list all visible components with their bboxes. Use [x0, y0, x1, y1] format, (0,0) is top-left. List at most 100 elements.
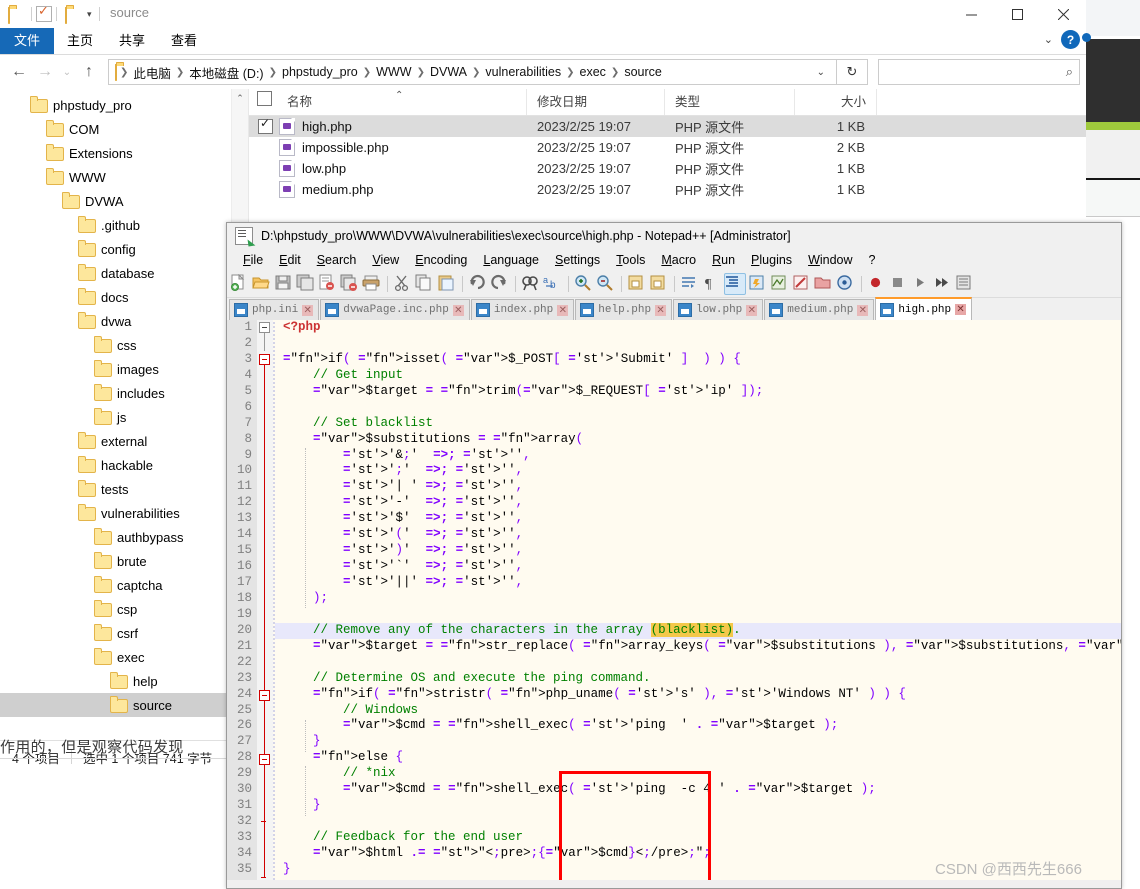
folder-as-workspace-icon[interactable] — [814, 274, 834, 294]
ribbon-tab-share[interactable]: 共享 — [106, 28, 158, 54]
code-line-18[interactable]: ); — [273, 591, 1121, 607]
document-tab-highphp[interactable]: high.php ✕ — [875, 297, 973, 320]
show-all-chars-icon[interactable]: ¶ — [702, 274, 722, 294]
sync-scroll-h-icon[interactable] — [649, 274, 669, 294]
row-checkbox-cell[interactable] — [249, 183, 277, 196]
select-all-checkbox[interactable] — [257, 91, 272, 106]
refresh-button[interactable]: ↻ — [837, 59, 868, 85]
code-line-27[interactable]: } — [273, 734, 1121, 750]
fold-toggle-line-24[interactable] — [259, 690, 270, 701]
code-line-4[interactable]: // Get input — [273, 368, 1121, 384]
find-icon[interactable] — [521, 274, 541, 294]
search-input[interactable] — [885, 64, 1066, 80]
tree-item-includes[interactable]: includes — [0, 381, 248, 405]
tree-item-dvwa[interactable]: dvwa — [0, 309, 248, 333]
tree-item-phpstudypro[interactable]: phpstudy_pro — [0, 93, 248, 117]
save-icon[interactable] — [274, 274, 294, 294]
document-map-icon[interactable] — [770, 274, 790, 294]
menu-item-macro[interactable]: Macro — [653, 251, 704, 269]
tree-item-captcha[interactable]: captcha — [0, 573, 248, 597]
tab-close-icon[interactable]: ✕ — [655, 304, 667, 316]
close-all-icon[interactable] — [340, 274, 360, 294]
code-line-5[interactable]: ="var">$target = ="fn">trim(="var">$_REQ… — [273, 384, 1121, 400]
column-header-date[interactable]: 修改日期 — [527, 89, 665, 115]
sync-scroll-v-icon[interactable] — [627, 274, 647, 294]
breadcrumb-item-6[interactable]: exec — [576, 65, 610, 79]
row-checkbox-empty[interactable] — [258, 183, 271, 196]
search-icon[interactable]: ⌕ — [1066, 64, 1073, 80]
document-tab-phpini[interactable]: php.ini ✕ — [229, 299, 320, 320]
tree-item-vulnerabilities[interactable]: vulnerabilities — [0, 501, 248, 525]
tab-close-icon[interactable]: ✕ — [746, 304, 758, 316]
menu-item-[interactable]: ? — [861, 251, 884, 269]
tab-close-icon[interactable]: ✕ — [557, 304, 569, 316]
recent-locations-button[interactable]: ⌄ — [58, 59, 76, 85]
open-file-icon[interactable] — [252, 274, 272, 294]
code-line-29[interactable]: // *nix — [273, 766, 1121, 782]
tree-item-source[interactable]: source — [0, 693, 248, 717]
tree-item-authbypass[interactable]: authbypass — [0, 525, 248, 549]
replace-icon[interactable]: ab — [543, 274, 563, 294]
tree-item-extensions[interactable]: Extensions — [0, 141, 248, 165]
menu-item-window[interactable]: Window — [800, 251, 860, 269]
tree-item-database[interactable]: database — [0, 261, 248, 285]
code-line-7[interactable]: // Set blacklist — [273, 416, 1121, 432]
fold-toggle-line-1[interactable] — [259, 322, 270, 333]
code-line-14[interactable]: ='st'>'(' =>; ='st'>'', — [273, 527, 1121, 543]
folder-icon[interactable] — [8, 6, 23, 24]
menu-item-settings[interactable]: Settings — [547, 251, 608, 269]
tree-item-hackable[interactable]: hackable — [0, 453, 248, 477]
row-checkbox-cell[interactable] — [249, 116, 277, 134]
code-line-28[interactable]: ="fn">else { — [273, 750, 1121, 766]
document-tab-indexphp[interactable]: index.php ✕ — [470, 299, 575, 320]
menu-item-view[interactable]: View — [364, 251, 407, 269]
column-header-size[interactable]: 大小 — [795, 89, 877, 115]
row-checkbox-cell[interactable] — [249, 141, 277, 154]
new-file-icon[interactable] — [230, 273, 250, 294]
code-line-8[interactable]: ="var">$substitutions = ="fn">array( — [273, 432, 1121, 448]
breadcrumb-item-0[interactable]: 此电脑 — [129, 63, 175, 82]
paste-icon[interactable] — [437, 274, 457, 294]
tree-item-tests[interactable]: tests — [0, 477, 248, 501]
column-header-name[interactable]: ⌃ 名称 — [277, 89, 527, 115]
breadcrumb-item-3[interactable]: WWW — [372, 65, 415, 79]
row-checkbox-cell[interactable] — [249, 162, 277, 175]
stop-macro-icon[interactable] — [889, 274, 909, 294]
code-line-21[interactable]: ="var">$target = ="fn">str_replace( ="fn… — [273, 639, 1121, 655]
menu-item-search[interactable]: Search — [309, 251, 365, 269]
code-line-15[interactable]: ='st'>')' =>; ='st'>'', — [273, 543, 1121, 559]
breadcrumb-item-7[interactable]: source — [620, 65, 666, 79]
tree-item-js[interactable]: js — [0, 405, 248, 429]
code-line-2[interactable] — [273, 336, 1121, 352]
file-name-cell[interactable]: impossible.php — [277, 139, 527, 156]
row-checkbox[interactable] — [258, 116, 273, 134]
breadcrumb-item-5[interactable]: vulnerabilities — [481, 65, 565, 79]
code-line-13[interactable]: ='st'>'$' =>; ='st'>'', — [273, 511, 1121, 527]
record-macro-icon[interactable] — [867, 274, 887, 294]
tree-item-csp[interactable]: csp — [0, 597, 248, 621]
code-line-10[interactable]: ='st'>';' =>; ='st'>'', — [273, 463, 1121, 479]
user-defined-dialog-icon[interactable] — [748, 274, 768, 294]
tree-item-css[interactable]: css — [0, 333, 248, 357]
table-row[interactable]: low.php 2023/2/25 19:07 PHP 源文件 1 KB — [249, 158, 1086, 179]
back-button[interactable]: ← — [6, 59, 32, 85]
document-tab-dvwapageincphp[interactable]: dvwaPage.inc.php ✕ — [320, 299, 470, 320]
word-wrap-icon[interactable] — [680, 274, 700, 294]
code-line-26[interactable]: ="var">$cmd = ="fn">shell_exec( ='st'>'p… — [273, 718, 1121, 734]
play-macro-icon[interactable] — [911, 274, 931, 294]
tab-close-icon[interactable]: ✕ — [302, 304, 314, 316]
chevron-down-icon[interactable]: ⌄ — [1044, 33, 1053, 46]
run-macro-multiple-icon[interactable] — [933, 274, 953, 294]
code-line-31[interactable]: } — [273, 798, 1121, 814]
code-line-25[interactable]: // Windows — [273, 703, 1121, 719]
code-folding-margin[interactable] — [257, 320, 273, 880]
file-name-cell[interactable]: high.php — [277, 118, 527, 135]
checkbox-checked-icon[interactable] — [36, 3, 52, 22]
menu-item-run[interactable]: Run — [704, 251, 743, 269]
tree-item-help[interactable]: help — [0, 669, 248, 693]
code-line-19[interactable] — [273, 607, 1121, 623]
folder-icon-2[interactable] — [65, 6, 80, 24]
document-tab-mediumphp[interactable]: medium.php ✕ — [764, 299, 875, 320]
maximize-button[interactable] — [994, 0, 1040, 28]
zoom-out-icon[interactable] — [596, 274, 616, 294]
